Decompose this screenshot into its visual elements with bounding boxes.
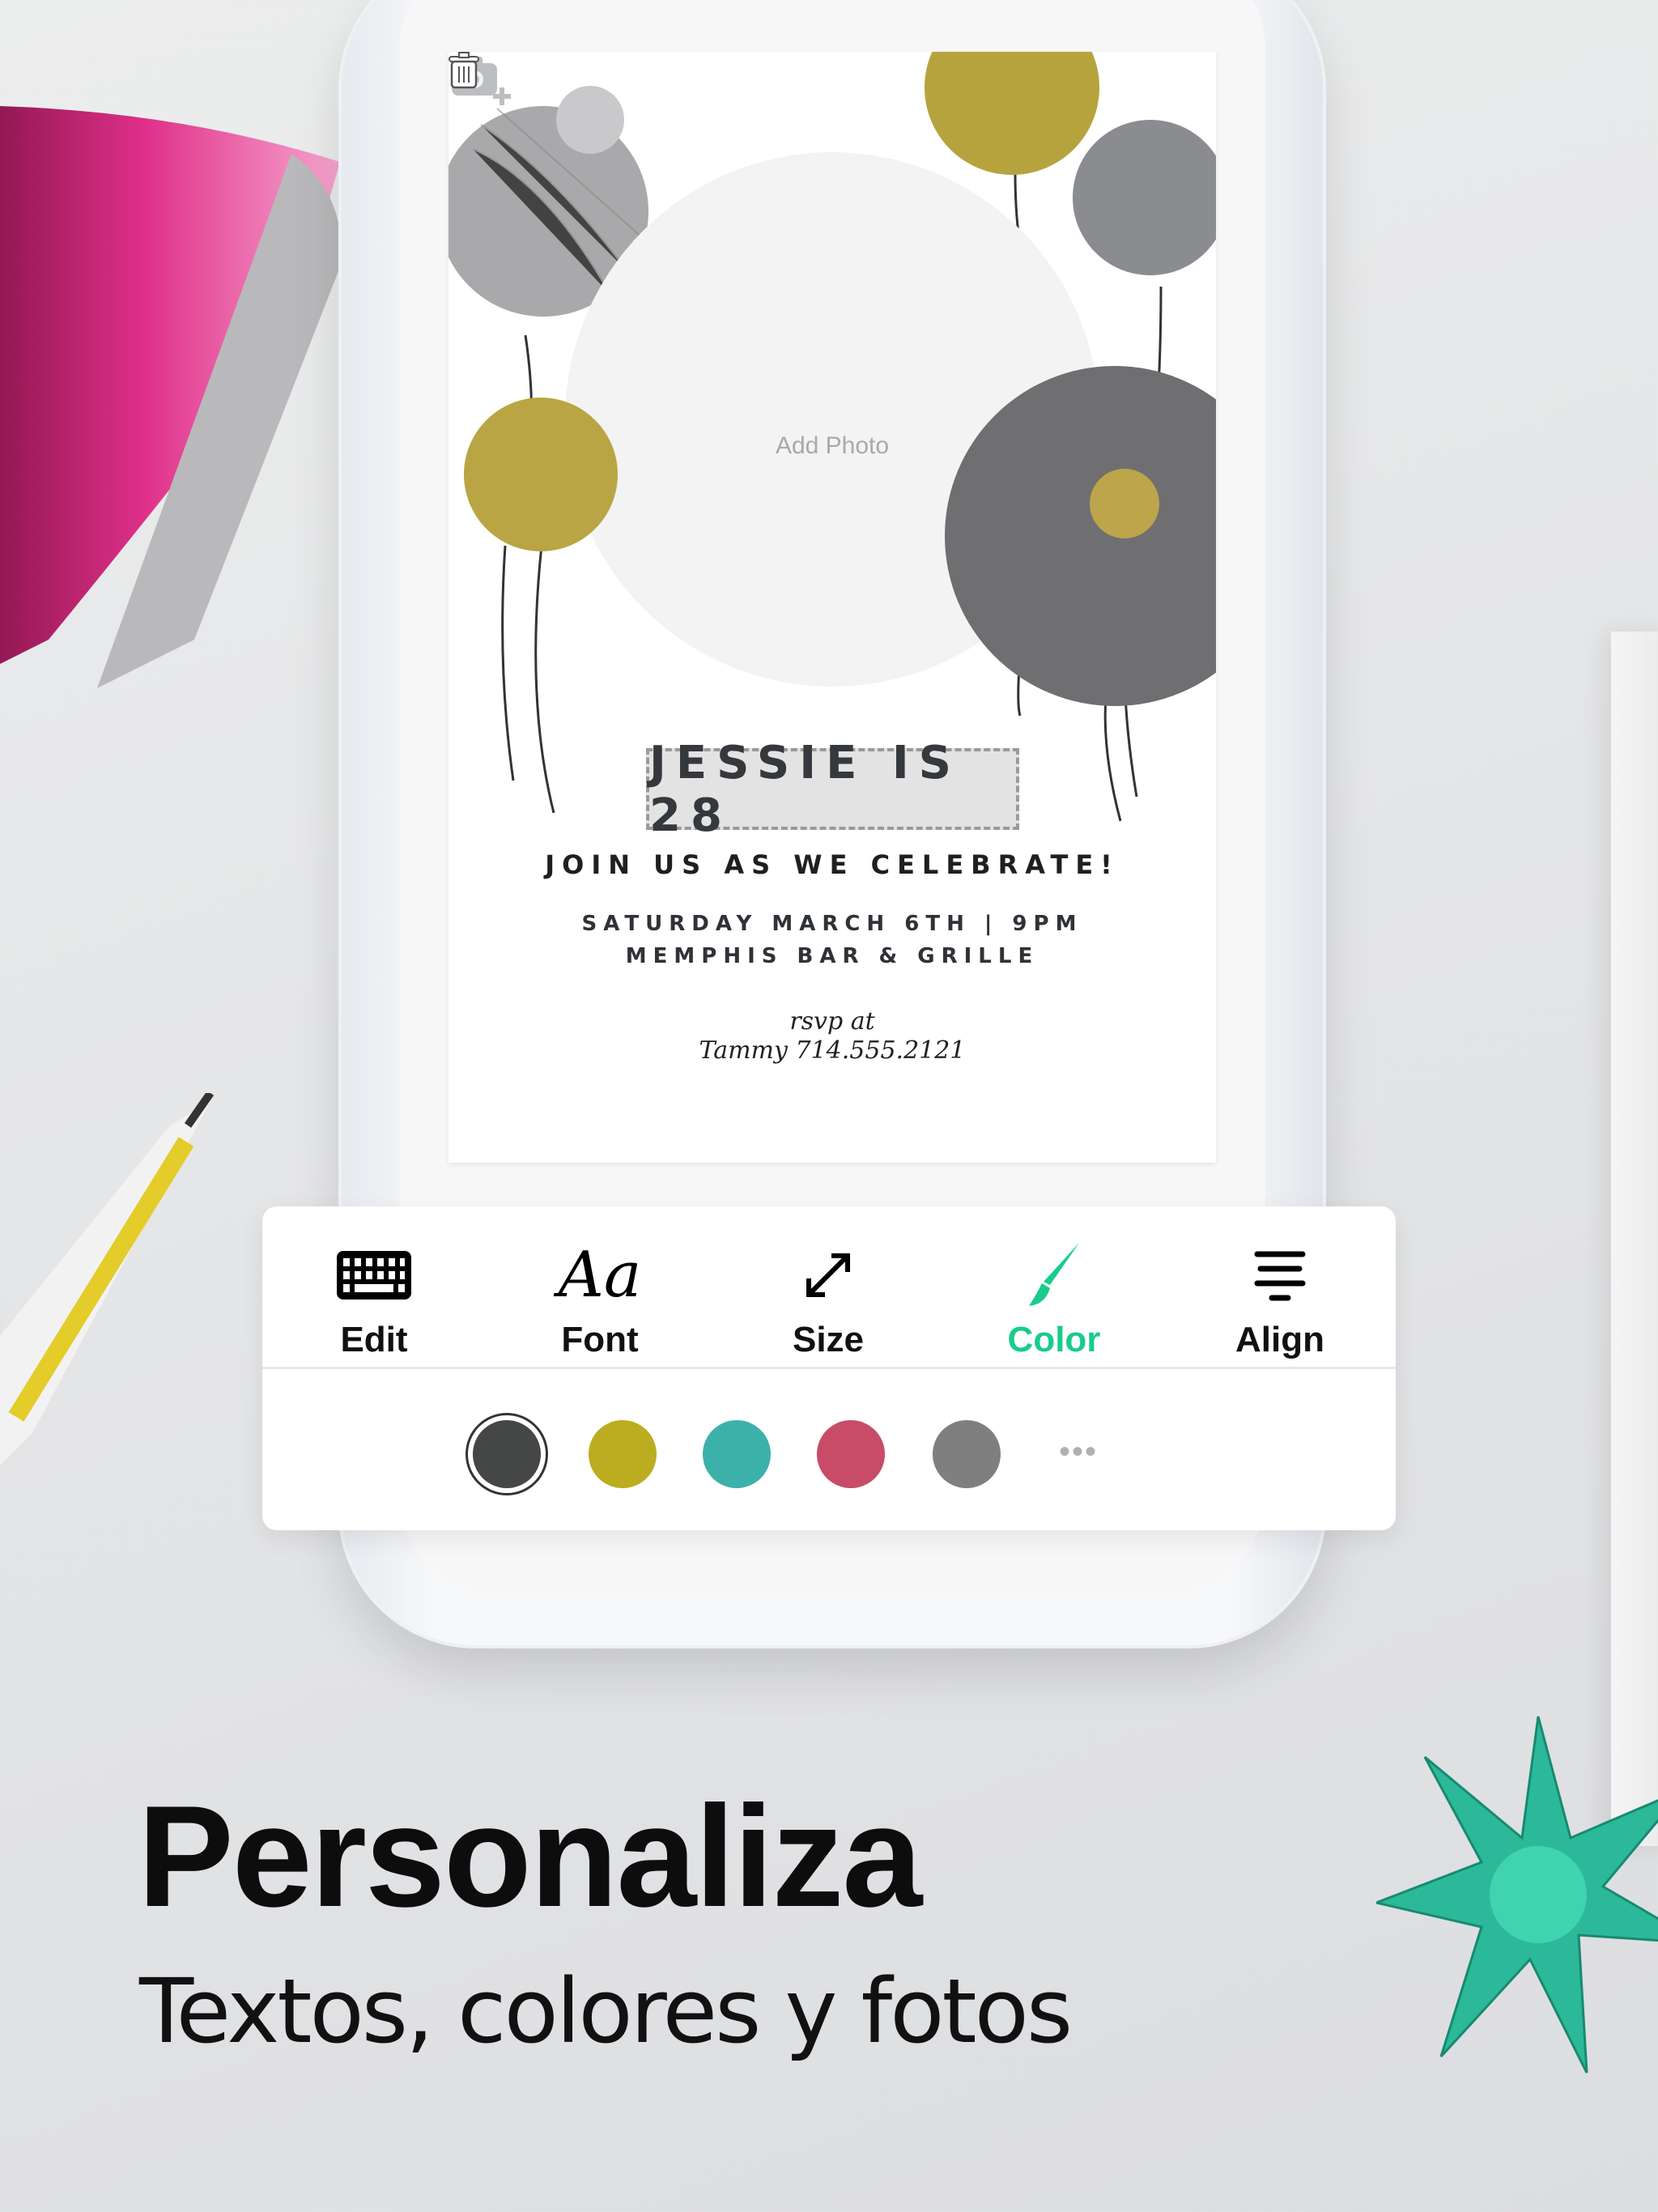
candle-decoration — [0, 1093, 215, 1465]
invitation-title[interactable]: JESSIE IS 28 — [649, 737, 1016, 842]
tab-color[interactable]: Color — [957, 1206, 1151, 1368]
invitation-date[interactable]: SATURDAY MARCH 6TH | 9PM — [449, 912, 1216, 936]
color-swatch-rose[interactable] — [817, 1420, 885, 1488]
small-gold-balloon — [1090, 469, 1159, 538]
resize-arrow-icon — [806, 1253, 850, 1297]
invitation-subtitle[interactable]: JOIN US AS WE CELEBRATE! — [449, 849, 1216, 880]
tab-size-label: Size — [792, 1320, 865, 1359]
text-edit-toolbar: Edit Aa Font Size Color Align ••• — [262, 1206, 1396, 1530]
invitation-venue[interactable]: MEMPHIS BAR & GRILLE — [449, 944, 1216, 968]
tab-align-label: Align — [1235, 1320, 1324, 1359]
trash-icon[interactable] — [449, 52, 479, 89]
tab-font-label: Font — [561, 1320, 639, 1359]
tab-size[interactable]: Size — [731, 1206, 925, 1368]
color-swatch-gray[interactable] — [933, 1420, 1001, 1488]
add-photo-label[interactable]: Add Photo — [449, 432, 1216, 460]
tab-edit-label: Edit — [340, 1320, 408, 1359]
balloon-artwork — [449, 52, 1216, 822]
gift-bow-decoration — [1376, 1716, 1658, 2074]
tab-edit[interactable]: Edit — [277, 1206, 471, 1368]
paintbrush-icon — [1029, 1243, 1079, 1306]
color-swatch-olive[interactable] — [589, 1420, 657, 1488]
pink-ribbon-decoration — [0, 105, 342, 688]
tab-align[interactable]: Align — [1183, 1206, 1377, 1368]
invitation-contact[interactable]: Tammy 714.555.2121 — [449, 1036, 1216, 1065]
promo-headline: Personaliza — [138, 1776, 922, 1937]
tab-font[interactable]: Aa Font — [503, 1206, 697, 1368]
invitation-rsvp[interactable]: rsvp at — [449, 1007, 1216, 1036]
tab-color-label: Color — [1007, 1320, 1101, 1359]
gift-box-decoration — [1611, 632, 1658, 1846]
more-colors-button[interactable]: ••• — [1059, 1436, 1098, 1468]
selected-text-box[interactable]: JESSIE IS 28 — [646, 737, 1019, 842]
gold-balloon-top — [925, 52, 1099, 175]
color-swatch-teal[interactable] — [703, 1420, 771, 1488]
keyboard-icon — [337, 1251, 411, 1300]
invitation-card: Add Photo JESSIE IS 28 JOIN US AS WE CEL… — [449, 52, 1216, 1163]
gold-balloon — [464, 398, 618, 551]
color-swatch-dark-gray[interactable] — [473, 1420, 541, 1488]
promo-subheadline: Textos, colores y fotos — [139, 1959, 1073, 2063]
small-gray-balloon — [556, 86, 624, 154]
align-center-icon — [1254, 1251, 1306, 1301]
font-aa-icon: Aa — [558, 1239, 642, 1312]
toolbar-divider — [262, 1367, 1396, 1369]
gray-balloon — [1073, 120, 1216, 275]
